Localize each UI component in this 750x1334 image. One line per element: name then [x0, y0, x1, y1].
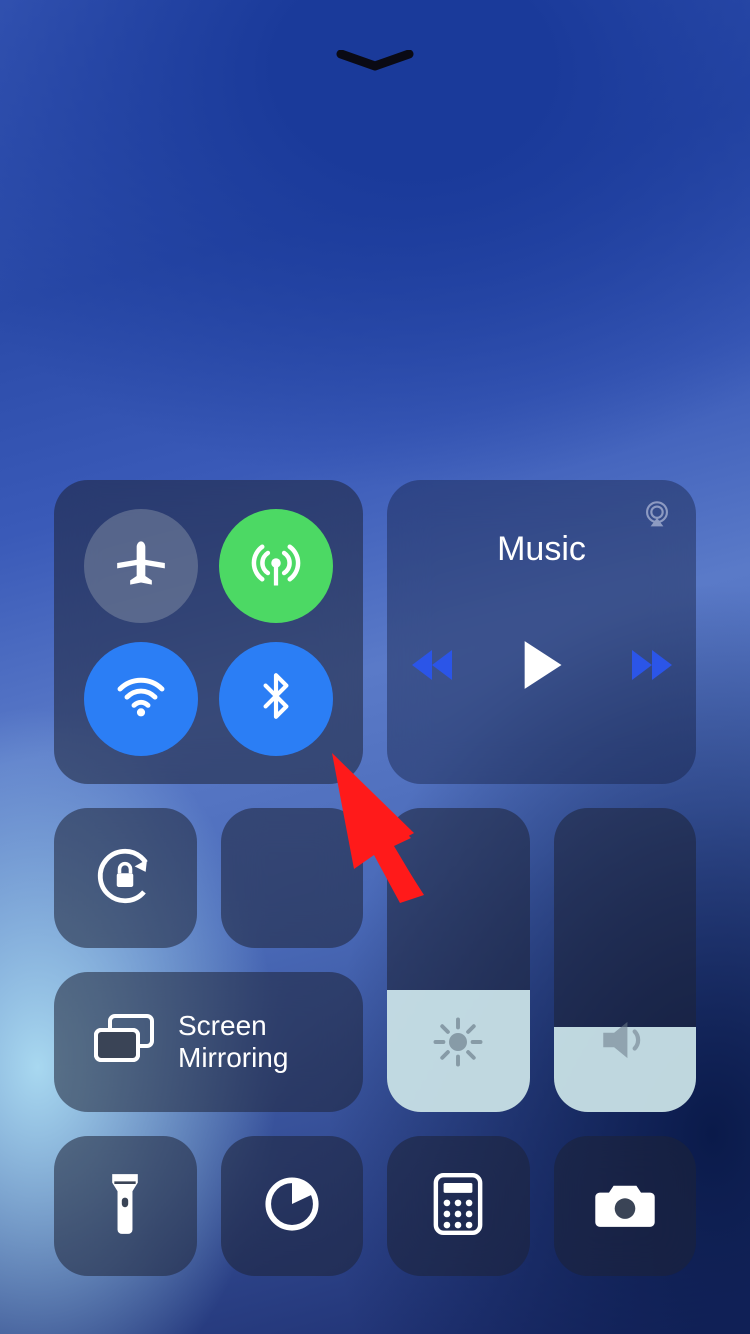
- brightness-icon: [431, 1015, 485, 1074]
- camera-icon: [593, 1178, 657, 1235]
- wifi-icon: [113, 668, 169, 729]
- brightness-slider[interactable]: [387, 808, 530, 1112]
- calculator-icon: [433, 1173, 483, 1240]
- airplane-mode-toggle[interactable]: [84, 509, 198, 623]
- media-module[interactable]: Music: [387, 480, 696, 784]
- dismiss-chevron-icon[interactable]: [335, 50, 415, 79]
- connectivity-module[interactable]: [54, 480, 363, 784]
- bluetooth-toggle[interactable]: [219, 642, 333, 756]
- flashlight-icon: [103, 1172, 147, 1241]
- bluetooth-icon: [251, 671, 301, 726]
- rewind-button[interactable]: [410, 645, 456, 690]
- control-center: Music: [54, 480, 696, 1276]
- do-not-disturb-toggle[interactable]: [221, 808, 364, 948]
- timer-button[interactable]: [221, 1136, 364, 1276]
- volume-icon: [596, 1011, 654, 1074]
- flashlight-button[interactable]: [54, 1136, 197, 1276]
- cellular-antenna-icon: [246, 533, 306, 598]
- timer-icon: [262, 1174, 322, 1239]
- wifi-toggle[interactable]: [84, 642, 198, 756]
- screen-mirroring-button[interactable]: Screen Mirroring: [54, 972, 363, 1112]
- airplay-icon[interactable]: [640, 498, 674, 537]
- fast-forward-button[interactable]: [628, 645, 674, 690]
- volume-slider[interactable]: [554, 808, 697, 1112]
- airplane-icon: [115, 537, 167, 594]
- orientation-lock-toggle[interactable]: [54, 808, 197, 948]
- screen-mirroring-icon: [88, 1010, 160, 1073]
- calculator-button[interactable]: [387, 1136, 530, 1276]
- orientation-lock-icon: [92, 843, 158, 914]
- play-button[interactable]: [520, 639, 564, 696]
- media-controls: [410, 639, 674, 696]
- media-title: Music: [497, 530, 586, 569]
- camera-button[interactable]: [554, 1136, 697, 1276]
- screen-mirroring-label: Screen Mirroring: [178, 1010, 288, 1074]
- cellular-data-toggle[interactable]: [219, 509, 333, 623]
- moon-icon: [264, 848, 320, 909]
